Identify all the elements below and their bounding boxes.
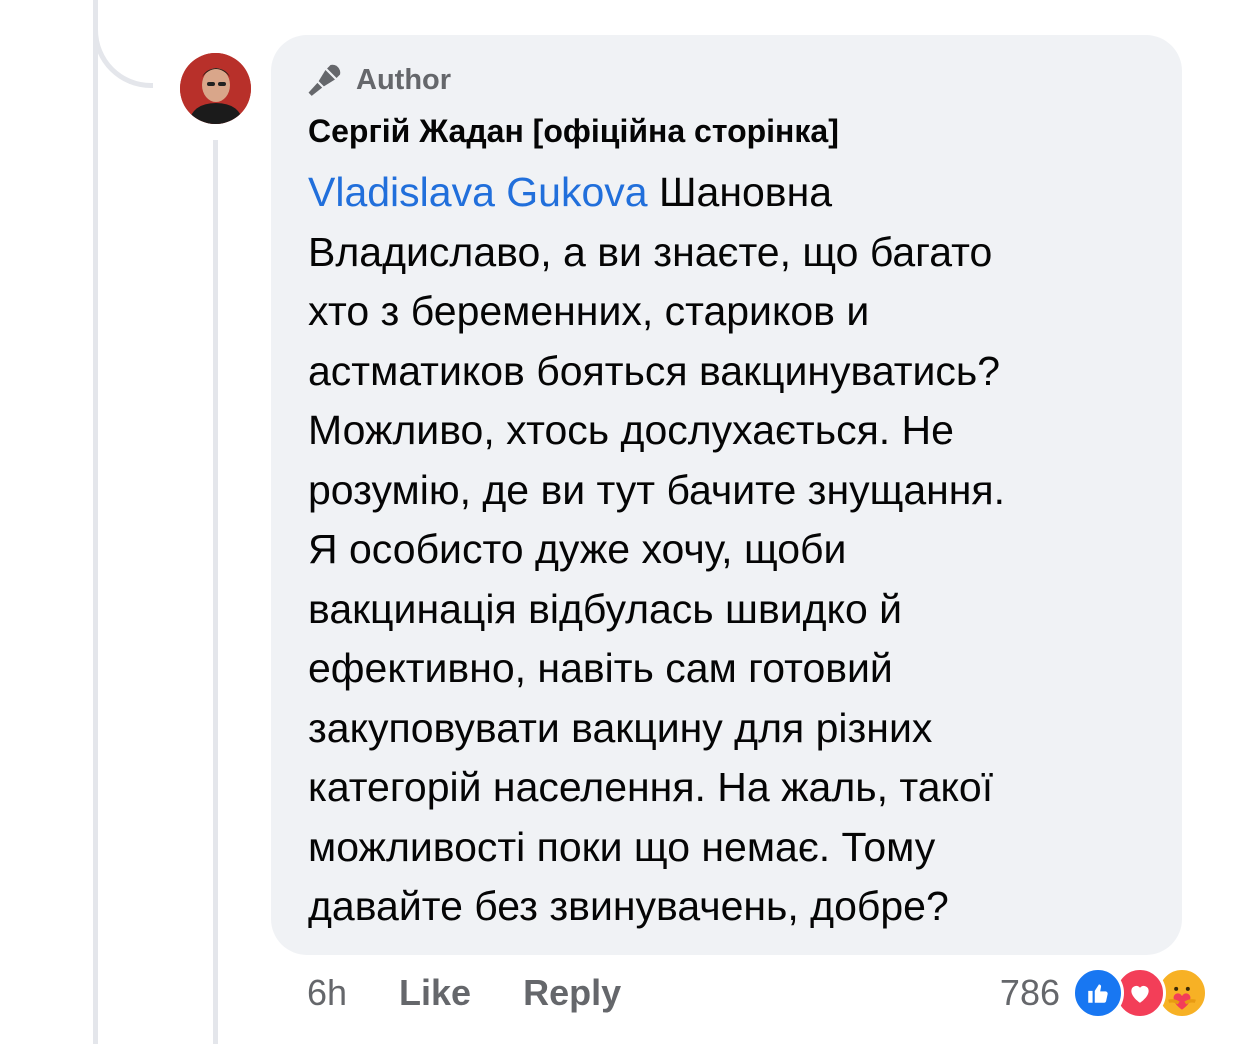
comment-line: хто з беременних, стариков и bbox=[308, 288, 870, 334]
thread-line bbox=[93, 0, 98, 1044]
author-badge: Author bbox=[306, 58, 451, 102]
comment-line: розумію, де ви тут бачите знущання. bbox=[308, 466, 1006, 513]
comment-text: Vladislava Gukova Шановна Владиславо, а … bbox=[308, 163, 1168, 937]
comment-line: Можливо, хтось дослухається. Не bbox=[308, 407, 954, 453]
like-icon bbox=[1072, 967, 1124, 1019]
timestamp[interactable]: 6h bbox=[307, 972, 347, 1014]
comment-line: ефективно, навіть сам готовий bbox=[308, 645, 893, 691]
comment-line: вакцинація відбулась швидко й bbox=[308, 585, 903, 632]
reply-button[interactable]: Reply bbox=[523, 972, 621, 1014]
microphone-icon bbox=[308, 64, 341, 96]
comment-line: астматиков бояться вакцинуватись? bbox=[308, 347, 1001, 394]
comment-line: категорій населення. На жаль, такої bbox=[308, 764, 994, 810]
avatar-photo bbox=[180, 53, 251, 124]
reactions-summary[interactable]: 786 bbox=[1000, 965, 1208, 1021]
comment-actions: 6h Like Reply bbox=[307, 968, 621, 1018]
comment-line: Владиславо, а ви знаєте, що багато bbox=[308, 228, 993, 275]
reply-thread-line bbox=[213, 140, 218, 1044]
comment-line: закуповувати вакцину для різних bbox=[308, 704, 933, 751]
comment-line-text: Шановна bbox=[658, 169, 833, 215]
mention-link[interactable]: Vladislava Gukova bbox=[308, 169, 648, 215]
like-button[interactable]: Like bbox=[399, 972, 471, 1014]
comment-line: можливості поки що немає. Тому bbox=[308, 823, 936, 870]
avatar[interactable] bbox=[180, 53, 251, 124]
comment-line: Я особисто дуже хочу, щоби bbox=[308, 526, 847, 572]
thread-connector bbox=[93, 0, 153, 88]
comment-line: Vladislava Gukova Шановна bbox=[308, 163, 1168, 223]
reaction-icons bbox=[1072, 967, 1208, 1019]
author-name[interactable]: Сергій Жадан [офіційна сторінка] bbox=[308, 113, 839, 150]
reaction-count: 786 bbox=[999, 972, 1060, 1013]
author-badge-label: Author bbox=[356, 63, 452, 96]
comment-line: давайте без звинувачень, добре? bbox=[308, 883, 949, 929]
